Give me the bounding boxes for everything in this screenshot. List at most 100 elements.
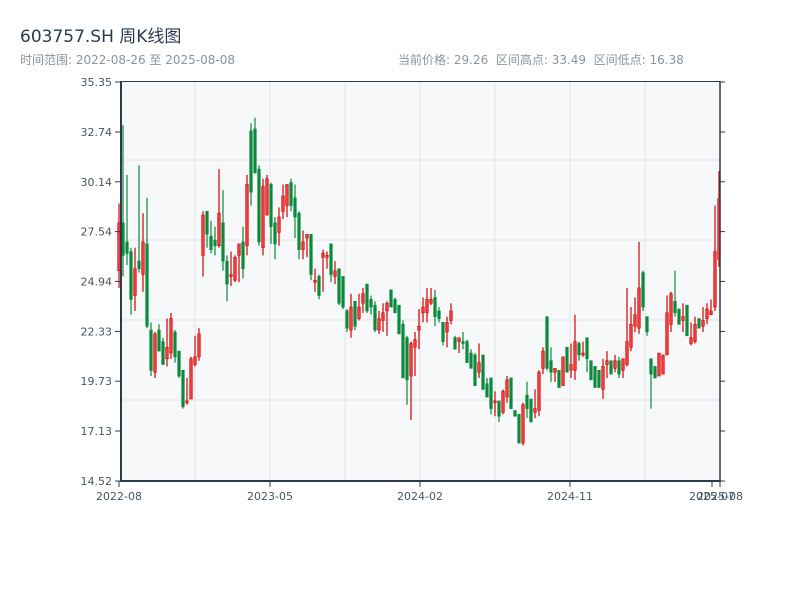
candle-body xyxy=(681,316,685,321)
candle-body xyxy=(281,195,285,212)
candle-body xyxy=(265,178,269,216)
candle-body xyxy=(353,301,357,327)
candle-body xyxy=(633,314,637,327)
candle-body xyxy=(637,287,641,329)
candle-body xyxy=(649,358,653,375)
candle-body xyxy=(425,299,429,314)
candle-body xyxy=(577,343,581,356)
candle-body xyxy=(709,310,713,316)
candle-body xyxy=(381,312,385,321)
candle-body xyxy=(205,210,209,235)
candle-body xyxy=(361,293,365,304)
candle-body xyxy=(557,369,561,388)
candle-body xyxy=(409,343,413,377)
candle-body xyxy=(669,293,673,325)
candle-body xyxy=(341,276,345,308)
candle-body xyxy=(517,414,521,444)
candle-body xyxy=(369,299,373,308)
candle-body xyxy=(405,337,409,381)
candle-body xyxy=(461,341,465,344)
candle-body xyxy=(197,333,201,358)
candle-body xyxy=(565,346,569,373)
candle-body xyxy=(553,368,557,373)
candle-body xyxy=(441,322,445,342)
candle-body xyxy=(349,306,353,331)
x-tick-label: 2023-05 xyxy=(247,490,293,503)
candle-body xyxy=(537,371,541,411)
y-tick-label: 14.52 xyxy=(81,475,113,488)
candle-body xyxy=(525,394,529,409)
candle-body xyxy=(473,354,477,386)
candle-body xyxy=(185,400,189,404)
candle-body xyxy=(285,184,289,206)
candle-body xyxy=(253,128,257,174)
candle-body xyxy=(657,352,661,377)
candle-body xyxy=(489,377,493,409)
candle-body xyxy=(641,272,645,308)
candle-body xyxy=(325,255,329,258)
candle-body xyxy=(501,391,505,413)
y-tick-label: 32.74 xyxy=(81,126,113,139)
candle-body xyxy=(217,212,221,247)
candle-body xyxy=(545,316,549,369)
candle-body xyxy=(237,243,241,256)
candle-body xyxy=(597,369,601,388)
candle-body xyxy=(233,256,237,281)
candle-body xyxy=(269,184,273,227)
candle-body xyxy=(385,302,389,312)
x-tick-label: 2025-08 xyxy=(697,490,743,503)
candle-body xyxy=(333,270,337,277)
candle-body xyxy=(149,329,153,371)
candle-body xyxy=(337,268,341,304)
candle-body xyxy=(713,251,717,308)
candle-body xyxy=(417,325,421,331)
candle-body xyxy=(701,320,705,327)
candle-body xyxy=(297,212,301,250)
candle-body xyxy=(613,360,617,369)
candle-body xyxy=(497,400,501,417)
candle-body xyxy=(401,324,405,379)
candle-body xyxy=(305,233,309,239)
candle-body xyxy=(329,243,333,275)
candle-body xyxy=(293,197,297,218)
candle-body xyxy=(621,358,625,371)
candle-body xyxy=(241,241,245,270)
candle-body xyxy=(389,289,393,308)
candle-body xyxy=(209,235,213,250)
y-tick-label: 19.73 xyxy=(81,375,113,388)
candle-body xyxy=(193,356,197,365)
candle-body xyxy=(157,329,161,352)
candle-body xyxy=(485,383,489,398)
candle-body xyxy=(541,350,545,369)
candle-body xyxy=(661,354,665,375)
y-tick-label: 24.94 xyxy=(81,275,113,288)
candle-body xyxy=(429,299,433,304)
candle-body xyxy=(221,222,225,262)
candle-body xyxy=(413,339,417,348)
candle-body xyxy=(229,274,233,277)
candle-body xyxy=(601,366,605,390)
candle-body xyxy=(309,233,313,275)
candle-body xyxy=(161,341,165,365)
candle-body xyxy=(301,241,305,250)
candle-body xyxy=(665,312,669,356)
candle-body xyxy=(589,360,593,381)
candle-body xyxy=(181,369,185,407)
candle-body xyxy=(685,304,689,337)
candle-body xyxy=(645,316,649,333)
candle-body xyxy=(521,404,525,444)
candle-body xyxy=(373,304,377,331)
candle-body xyxy=(137,260,141,270)
candle-body xyxy=(321,253,325,258)
candle-body xyxy=(449,310,453,321)
candle-body xyxy=(169,318,173,354)
candle-body xyxy=(509,377,513,409)
candle-body xyxy=(581,352,585,356)
y-tick-label: 27.54 xyxy=(81,226,113,239)
candle-body xyxy=(125,241,129,254)
candle-body xyxy=(257,168,261,243)
x-tick-label: 2024-02 xyxy=(397,490,443,503)
candle-body xyxy=(573,341,577,371)
chart-page: 603757.SH 周K线图 时间范围: 2022-08-26 至 2025-0… xyxy=(0,0,800,600)
candle-body xyxy=(437,310,441,319)
